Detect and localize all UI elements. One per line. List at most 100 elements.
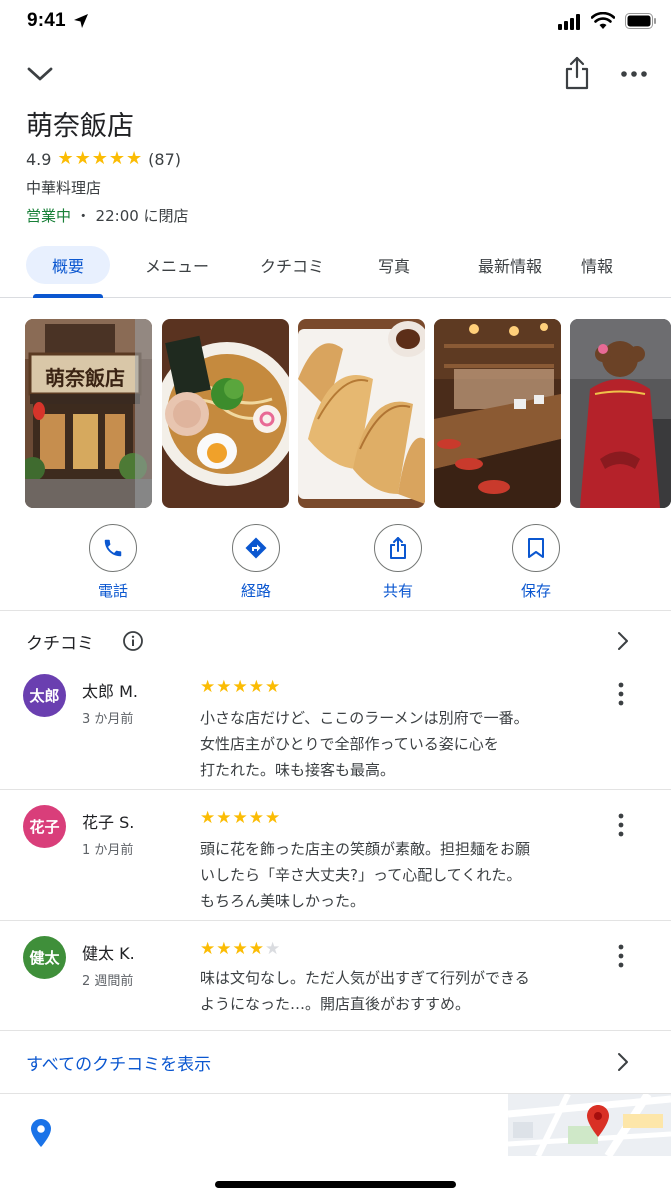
chevron-down-icon[interactable] (24, 60, 56, 88)
active-tab-indicator (33, 294, 103, 298)
avatar[interactable]: 健太 (23, 936, 66, 979)
avatar[interactable]: 花子 (23, 805, 66, 848)
bookmark-icon (512, 524, 560, 572)
share-icon[interactable] (562, 55, 592, 91)
star-icon: ★ (57, 148, 74, 169)
review-line: 小さな店だけど、ここのラーメンは別府で一番。 (200, 709, 529, 727)
star-empty-icon: ★ (265, 939, 281, 959)
review-line: 頭に花を飾った店主の笑顔が素敵。担担麺をお願 (200, 840, 531, 858)
call-button[interactable]: 電話 (73, 524, 153, 601)
star-icon: ★ (248, 677, 264, 697)
tab-reviews[interactable]: クチコミ (246, 246, 338, 284)
review-time: 1 か月前 (82, 843, 134, 858)
tab-overview[interactable]: 概要 (26, 246, 110, 284)
save-button[interactable]: 保存 (496, 524, 576, 601)
divider (0, 920, 671, 921)
star-icon: ★ (232, 677, 248, 697)
action-buttons: 電話 経路 共有 保存 (0, 524, 671, 604)
photo-counter[interactable] (434, 319, 561, 508)
share-label: 共有 (382, 582, 413, 600)
place-name: 萌奈飯店 (26, 111, 134, 142)
star-icon: ★ (265, 808, 281, 828)
reviews-heading[interactable]: クチコミ (26, 629, 94, 654)
call-label: 電話 (97, 582, 128, 600)
photo-carousel[interactable]: 萌奈飯店 (25, 319, 671, 508)
location-pin-icon (31, 1119, 51, 1147)
place-category: 中華料理店 (26, 179, 102, 197)
battery-icon (625, 13, 656, 29)
directions-icon (232, 524, 280, 572)
more-options-icon[interactable] (612, 681, 630, 707)
avatar[interactable]: 太郎 (23, 674, 66, 717)
photo-restaurant-exterior[interactable]: 萌奈飯店 (25, 319, 152, 508)
star-icon: ★ (200, 808, 216, 828)
review-text: 小さな店だけど、ここのラーメンは別府で一番。 女性店主がひとりで全部作っている姿… (200, 705, 600, 783)
chevron-right-icon[interactable] (613, 630, 633, 652)
review-line: いしたら「辛さ大丈夫?」って心配してくれた。 (200, 866, 522, 884)
rating-value: 4.9 (26, 149, 52, 169)
tab-updates[interactable]: 最新情報 (450, 246, 570, 284)
star-icon: ★ (200, 677, 216, 697)
review-time: 2 週間前 (82, 974, 134, 989)
review-line: ようになった…。開店直後がおすすめ。 (200, 995, 471, 1013)
directions-button[interactable]: 経路 (216, 524, 296, 601)
divider (0, 610, 671, 611)
star-icon: ★ (216, 939, 232, 959)
save-label: 保存 (520, 582, 551, 600)
status-time: 9:41 (27, 10, 66, 31)
info-icon[interactable] (122, 630, 144, 652)
review-text: 味は文句なし。ただ人気が出すぎて行列ができる ようになった…。開店直後がおすすめ… (200, 965, 600, 1017)
star-icon: ★ (108, 148, 126, 169)
more-options-icon[interactable] (612, 812, 630, 838)
directions-label: 経路 (240, 582, 271, 600)
review-time: 3 か月前 (82, 712, 134, 727)
star-icon: ★ (248, 939, 264, 959)
photo-ramen[interactable] (162, 319, 289, 508)
star-icon: ★ (232, 808, 248, 828)
tab-photos[interactable]: 写真 (360, 246, 428, 284)
rating-stars: ★ ★ ★ ★ ★ (57, 150, 142, 168)
svg-text:萌奈飯店: 萌奈飯店 (45, 366, 125, 390)
reviewer-name[interactable]: 花子 S. (82, 809, 134, 833)
star-icon: ★ (216, 808, 232, 828)
star-icon: ★ (265, 677, 281, 697)
review-stars: ★ ★ ★ ★ ★ (200, 810, 280, 827)
photo-chef[interactable] (570, 319, 671, 508)
photo-gyoza[interactable] (298, 319, 425, 508)
map-pin-icon (587, 1105, 609, 1137)
home-indicator[interactable] (215, 1181, 456, 1188)
tab-bar: 概要 メニュー クチコミ 写真 最新情報 情報 (0, 242, 671, 298)
top-bar (0, 50, 671, 100)
star-icon: ★ (216, 677, 232, 697)
more-options-icon[interactable] (620, 64, 648, 84)
tab-menu[interactable]: メニュー (132, 246, 222, 284)
star-icon: ★ (126, 148, 143, 169)
star-icon: ★ (232, 939, 248, 959)
chevron-right-icon[interactable] (613, 1051, 633, 1073)
divider (0, 1030, 671, 1031)
status-bar: 9:41 (0, 0, 671, 44)
review-text: 頭に花を飾った店主の笑顔が素敵。担担麺をお願 いしたら「辛さ大丈夫?」って心配し… (200, 836, 600, 914)
more-options-icon[interactable] (612, 943, 630, 969)
star-icon: ★ (248, 808, 264, 828)
review-line: 打たれた。味も接客も最高。 (200, 761, 396, 779)
share-button[interactable]: 共有 (358, 524, 438, 601)
review-line: 味は文句なし。ただ人気が出すぎて行列ができる (200, 969, 530, 987)
review-line: 女性店主がひとりで全部作っている姿に心を (200, 735, 499, 753)
mini-map[interactable] (508, 1094, 671, 1156)
wifi-icon (591, 12, 615, 29)
rating-row[interactable]: 4.9 ★ ★ ★ ★ ★ (87) (26, 148, 181, 170)
review-stars: ★ ★ ★ ★ ★ (200, 679, 280, 696)
tab-info[interactable]: 情報 (570, 246, 624, 284)
cellular-signal-icon (558, 14, 580, 30)
review-stars: ★ ★ ★ ★ ★ (200, 941, 280, 958)
closing-time: ・ 22:00 に閉店 (71, 207, 189, 225)
open-status: 営業中 (26, 207, 72, 225)
hours-status[interactable]: 営業中 ・ 22:00 に閉店 (26, 205, 189, 226)
reviewer-name[interactable]: 太郎 M. (82, 678, 138, 702)
reviewer-name[interactable]: 健太 K. (82, 940, 135, 964)
all-reviews-link[interactable]: すべてのクチコミを表示 (26, 1050, 211, 1075)
divider (0, 789, 671, 790)
review-line: もちろん美味しかった。 (200, 892, 366, 910)
location-arrow-icon (74, 14, 88, 28)
